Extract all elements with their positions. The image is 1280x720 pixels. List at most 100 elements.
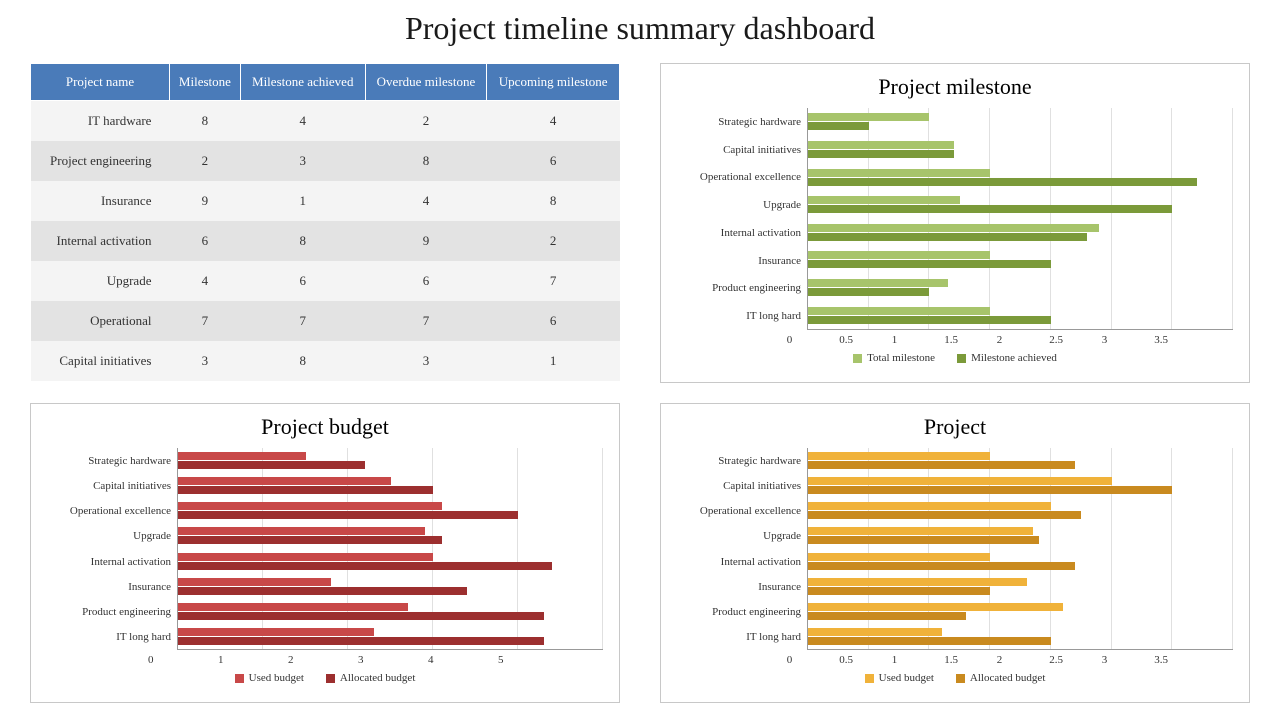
chart-bar bbox=[808, 316, 1051, 324]
x-axis-tick: 3 bbox=[1102, 654, 1155, 666]
table-cell: Insurance bbox=[31, 181, 170, 221]
table-row: Operational7776 bbox=[31, 301, 620, 341]
chart-bar bbox=[178, 553, 433, 561]
chart-bar bbox=[808, 113, 929, 121]
chart-bar bbox=[808, 205, 1172, 213]
chart-bar bbox=[808, 288, 929, 296]
chart-bar bbox=[808, 169, 990, 177]
y-axis-label: Strategic hardware bbox=[677, 116, 801, 128]
x-axis-tick: 2.5 bbox=[1049, 334, 1102, 346]
table-row: Capital initiatives3831 bbox=[31, 341, 620, 381]
table-cell: 4 bbox=[169, 261, 240, 301]
chart-bar bbox=[178, 628, 374, 636]
table-cell: 3 bbox=[240, 141, 365, 181]
table-header: Overdue milestone bbox=[365, 64, 487, 101]
legend-item: Total milestone bbox=[853, 352, 935, 364]
chart-bar bbox=[178, 511, 518, 519]
x-axis-tick: 2 bbox=[997, 654, 1050, 666]
chart-bar bbox=[808, 224, 1099, 232]
table-row: Internal activation6892 bbox=[31, 221, 620, 261]
y-axis-label: Capital initiatives bbox=[47, 480, 171, 492]
table-cell: 4 bbox=[365, 181, 487, 221]
project-table: Project nameMilestoneMilestone achievedO… bbox=[30, 63, 620, 381]
x-axis-tick: 2.5 bbox=[1049, 654, 1102, 666]
table-cell: 2 bbox=[365, 101, 487, 142]
table-cell: 9 bbox=[365, 221, 487, 261]
chart-bar bbox=[178, 562, 552, 570]
table-cell: 8 bbox=[169, 101, 240, 142]
chart-title: Project budget bbox=[47, 414, 603, 440]
table-row: IT hardware8424 bbox=[31, 101, 620, 142]
legend-label: Used budget bbox=[879, 672, 934, 684]
chart-bar bbox=[808, 553, 990, 561]
chart-bar bbox=[178, 578, 331, 586]
legend-label: Total milestone bbox=[867, 352, 935, 364]
chart-bar bbox=[178, 527, 425, 535]
x-axis-tick: 3 bbox=[1102, 334, 1155, 346]
table-cell: 7 bbox=[240, 301, 365, 341]
x-axis-tick: 0.5 bbox=[839, 334, 892, 346]
x-axis-tick: 3 bbox=[358, 654, 428, 666]
chart-bar bbox=[178, 637, 544, 645]
y-axis-label: Upgrade bbox=[677, 530, 801, 542]
page-title: Project timeline summary dashboard bbox=[30, 10, 1250, 47]
y-axis-label: Internal activation bbox=[47, 556, 171, 568]
chart-bar bbox=[178, 603, 408, 611]
table-cell: 6 bbox=[487, 141, 620, 181]
chart-bar bbox=[178, 502, 442, 510]
legend-swatch-icon bbox=[853, 354, 862, 363]
x-axis-tick: 0 bbox=[787, 334, 840, 346]
legend-item: Milestone achieved bbox=[957, 352, 1057, 364]
chart-bar bbox=[808, 260, 1051, 268]
table-cell: 6 bbox=[240, 261, 365, 301]
chart-bar bbox=[808, 150, 954, 158]
y-axis-label: Insurance bbox=[47, 581, 171, 593]
chart-bar bbox=[808, 178, 1197, 186]
chart-bar bbox=[808, 233, 1087, 241]
chart-bar bbox=[808, 196, 960, 204]
chart-bar bbox=[178, 587, 467, 595]
legend-label: Allocated budget bbox=[340, 672, 415, 684]
chart-bar bbox=[808, 527, 1033, 535]
chart-plot-area bbox=[807, 108, 1233, 330]
legend-item: Allocated budget bbox=[956, 672, 1045, 684]
table-cell: 8 bbox=[365, 141, 487, 181]
table-cell: 6 bbox=[169, 221, 240, 261]
y-axis-label: Insurance bbox=[677, 255, 801, 267]
chart-bar bbox=[808, 562, 1075, 570]
table-cell: 8 bbox=[487, 181, 620, 221]
chart-plot-area bbox=[177, 448, 603, 650]
chart-bar bbox=[808, 536, 1039, 544]
chart-legend: Total milestone Milestone achieved bbox=[677, 352, 1233, 364]
x-axis-tick: 3.5 bbox=[1154, 334, 1207, 346]
table-cell: 2 bbox=[487, 221, 620, 261]
legend-swatch-icon bbox=[956, 674, 965, 683]
chart-bar bbox=[808, 486, 1172, 494]
x-axis-tick: 0.5 bbox=[839, 654, 892, 666]
y-axis-label: Strategic hardware bbox=[47, 455, 171, 467]
legend-swatch-icon bbox=[235, 674, 244, 683]
chart-title: Project milestone bbox=[677, 74, 1233, 100]
chart-legend: Used budgetAllocated budget bbox=[47, 672, 603, 684]
y-axis-label: Internal activation bbox=[677, 556, 801, 568]
table-header: Milestone achieved bbox=[240, 64, 365, 101]
table-cell: Project engineering bbox=[31, 141, 170, 181]
legend-swatch-icon bbox=[865, 674, 874, 683]
chart-plot-area bbox=[807, 448, 1233, 650]
table-cell: 6 bbox=[487, 301, 620, 341]
y-axis-label: Upgrade bbox=[47, 530, 171, 542]
table-cell: 4 bbox=[240, 101, 365, 142]
x-axis-tick: 1 bbox=[218, 654, 288, 666]
x-axis-tick: 2 bbox=[997, 334, 1050, 346]
chart-bar bbox=[178, 486, 433, 494]
y-axis-label: Strategic hardware bbox=[677, 455, 801, 467]
table-row: Project engineering2386 bbox=[31, 141, 620, 181]
table-cell: 9 bbox=[169, 181, 240, 221]
legend-label: Milestone achieved bbox=[971, 352, 1057, 364]
legend-swatch-icon bbox=[326, 674, 335, 683]
chart-bar bbox=[178, 461, 365, 469]
table-cell: 1 bbox=[240, 181, 365, 221]
x-axis-tick: 5 bbox=[498, 654, 568, 666]
y-axis-label: Insurance bbox=[677, 581, 801, 593]
chart-bar bbox=[808, 452, 990, 460]
